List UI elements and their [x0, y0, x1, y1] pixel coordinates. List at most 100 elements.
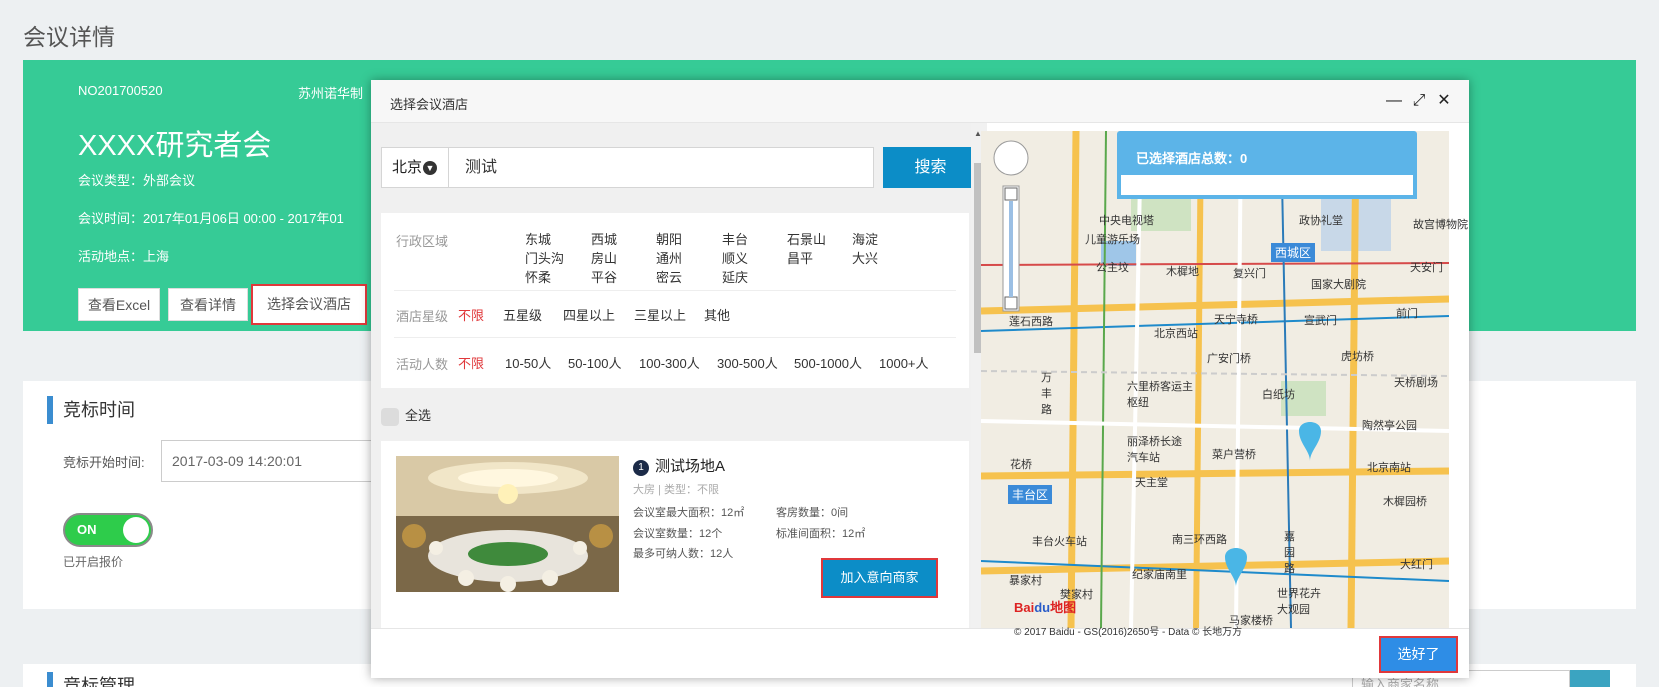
meeting-time: 会议时间：2017年01月06日 00:00 - 2017年01	[78, 211, 344, 226]
map-label: 广安门桥	[1207, 353, 1251, 365]
district-badge: 西城区	[1271, 243, 1316, 262]
selected-list	[1121, 175, 1413, 195]
modal-title: 选择会议酒店	[390, 97, 469, 112]
map-label: 前门	[1396, 308, 1418, 320]
map-label: 木樨园桥	[1383, 496, 1427, 508]
hotel-type: 大房 | 类型：不限	[633, 484, 719, 496]
merchant-search-button[interactable]	[1570, 670, 1610, 687]
people-filter-row: 活动人数 不限 10-50人 50-100人 100-300人 300-500人…	[394, 338, 956, 388]
map-label: 陶然亭公园	[1362, 420, 1417, 432]
map-label: 天主堂	[1135, 477, 1168, 489]
map-label: 公主坟	[1096, 262, 1129, 274]
hotel-name-text: 测试场地A	[655, 458, 726, 475]
meeting-type: 会议类型：外部会议	[78, 173, 196, 188]
add-merchant-button[interactable]: 加入意向商家	[821, 558, 938, 598]
map-label: 六里桥客运主枢纽	[1127, 381, 1193, 409]
district-option[interactable]: 房山	[591, 248, 617, 267]
district-option[interactable]: 密云	[656, 267, 682, 286]
district-option[interactable]: 怀柔	[525, 267, 551, 286]
district-option[interactable]: 海淀	[852, 229, 878, 248]
map-label: 故宫博物院	[1413, 219, 1468, 231]
close-icon[interactable]: ✕	[1435, 92, 1453, 110]
map-label: 万丰路	[1041, 372, 1052, 416]
hotel-name: 1 测试场地A	[633, 455, 725, 476]
map-label: 木樨地	[1166, 266, 1199, 278]
map-label: 莲石西路	[1009, 316, 1053, 328]
view-excel-button[interactable]: 查看Excel	[78, 288, 160, 321]
district-option[interactable]: 昌平	[787, 248, 813, 267]
page-title: 会议详情	[23, 24, 115, 50]
district-option[interactable]: 顺义	[722, 248, 748, 267]
district-option[interactable]: 丰台	[722, 229, 748, 248]
city-select[interactable]: 北京 ▼	[382, 148, 449, 187]
select-all-label: 全选	[405, 408, 432, 423]
map-label: 中央电视塔	[1099, 215, 1154, 227]
map-label: 嘉园路	[1284, 531, 1295, 575]
district-option[interactable]: 平谷	[591, 267, 617, 286]
people-option[interactable]: 300-500人	[717, 353, 778, 372]
people-option[interactable]: 500-1000人	[794, 353, 862, 372]
district-label: 行政区域	[396, 234, 449, 249]
map-label: 纪家庙南里	[1132, 569, 1187, 581]
people-option[interactable]: 1000+人	[879, 353, 929, 372]
district-option[interactable]: 延庆	[722, 267, 748, 286]
view-detail-button[interactable]: 查看详情	[168, 288, 248, 321]
district-option[interactable]: 西城	[591, 229, 617, 248]
star-option[interactable]: 三星以上	[634, 305, 686, 324]
district-option[interactable]: 石景山	[787, 229, 826, 248]
map-label: 宣武门	[1304, 315, 1337, 327]
hotel-card: 1 测试场地A 大房 | 类型：不限 会议室最大面积：12㎡ 客房数量：0间 会议…	[381, 441, 969, 628]
search-input[interactable]: 测试	[465, 148, 497, 187]
map-label: 菜户营桥	[1212, 449, 1256, 461]
district-option[interactable]: 门头沟	[525, 248, 564, 267]
people-option[interactable]: 不限	[458, 353, 484, 372]
star-label: 酒店星级	[396, 309, 449, 324]
people-option[interactable]: 100-300人	[639, 353, 700, 372]
map-label: 世界花卉大观园	[1277, 588, 1321, 616]
maximize-icon[interactable]: ⤢	[1410, 92, 1428, 110]
people-option[interactable]: 50-100人	[568, 353, 621, 372]
map-label: 复兴门	[1233, 268, 1266, 280]
star-option[interactable]: 其他	[704, 305, 730, 324]
meeting-name: XXXX研究者会	[78, 130, 272, 162]
meeting-company: 苏州诺华制	[298, 86, 364, 101]
map-label: 国家大剧院	[1311, 279, 1366, 291]
district-badge: 丰台区	[1008, 485, 1053, 504]
modal-header: 选择会议酒店 — ⤢ ✕	[371, 80, 1469, 123]
select-hotel-button[interactable]: 选择会议酒店	[251, 284, 367, 325]
quote-toggle[interactable]: ON	[63, 513, 153, 547]
map-label: 丰台火车站	[1032, 536, 1087, 548]
chevron-down-icon: ▼	[423, 161, 438, 176]
people-option[interactable]: 10-50人	[505, 353, 551, 372]
map-label: 白纸坊	[1262, 389, 1295, 401]
filter-panel: 行政区域 东城 西城 朝阳 丰台 石景山 海淀 门头沟 房山 通州 顺义 昌平 …	[381, 213, 969, 388]
district-option[interactable]: 东城	[525, 229, 551, 248]
map-label: 南三环西路	[1172, 534, 1227, 546]
search-bar: 北京 ▼ 测试	[381, 147, 874, 188]
city-value: 北京	[392, 159, 423, 176]
map-label: 天安门	[1410, 262, 1443, 274]
hotel-index: 1	[633, 460, 649, 476]
hotel-search-panel: 北京 ▼ 测试 搜索 行政区域 东城 西城 朝阳 丰台 石景山 海淀 门头沟 房山…	[371, 123, 971, 628]
star-option[interactable]: 五星级	[503, 305, 542, 324]
map-label: 大红门	[1400, 559, 1433, 571]
star-option[interactable]: 四星以上	[563, 305, 615, 324]
bidding-management-title: 竞标管理	[47, 672, 135, 687]
selected-count: 已选择酒店总数：0	[1136, 151, 1248, 166]
toggle-note: 已开启报价	[63, 555, 124, 569]
bidding-time-title: 竞标时间	[47, 396, 135, 424]
district-option[interactable]: 朝阳	[656, 229, 682, 248]
map-label: 政协礼堂	[1299, 215, 1343, 227]
map-label: 儿童游乐场	[1085, 234, 1140, 246]
district-option[interactable]: 通州	[656, 248, 682, 267]
hotel-capacity: 最多可纳人数：12人	[633, 548, 734, 560]
minimize-icon[interactable]: —	[1385, 92, 1403, 110]
select-all-checkbox[interactable]	[381, 407, 399, 426]
select-all[interactable]: 全选	[381, 405, 431, 426]
star-option[interactable]: 不限	[458, 305, 484, 324]
district-option[interactable]: 大兴	[852, 248, 878, 267]
search-button[interactable]: 搜索	[883, 147, 971, 188]
map-label: 暴家村	[1009, 575, 1042, 587]
map-label: 北京南站	[1367, 462, 1411, 474]
done-button[interactable]: 选好了	[1379, 636, 1458, 673]
